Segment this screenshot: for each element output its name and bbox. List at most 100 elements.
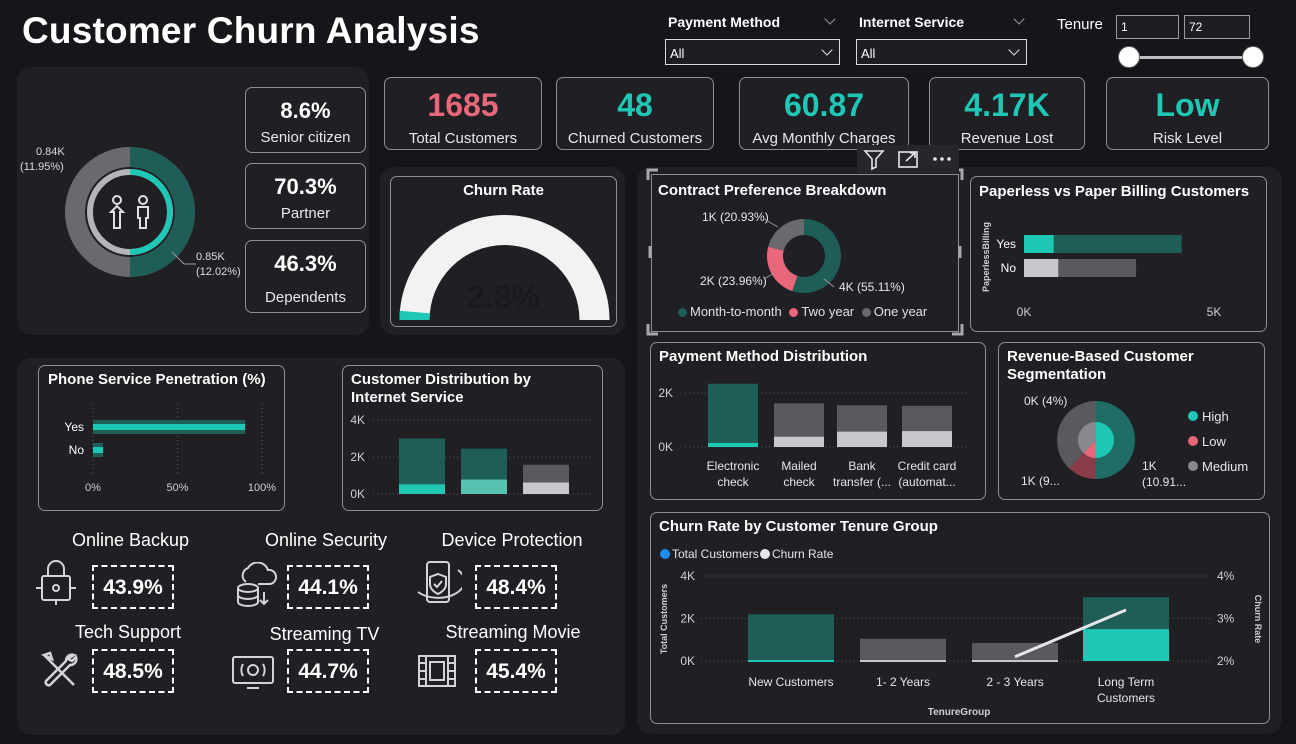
y2-axis-label: Churn Rate [1253, 595, 1263, 644]
tenure-min-input[interactable]: 1 [1116, 15, 1179, 39]
streaming-tv-title: Streaming TV [269, 624, 380, 644]
category-label: 1- 2 Years [876, 675, 930, 689]
x-axis-label: TenureGroup [928, 707, 991, 718]
y-tick-label: 2K [658, 386, 673, 400]
slice-label: 1K [1142, 459, 1157, 473]
internet-service-dropdown[interactable]: All [856, 39, 1027, 65]
donut-leader-lines [171, 251, 196, 265]
dependents-card: 46.3% Dependents [245, 240, 366, 313]
x-tick-label: 100% [248, 482, 276, 494]
bar-segment [1024, 235, 1054, 253]
bar-segment [461, 479, 507, 494]
category-label: Mailed [781, 459, 816, 473]
internet-service-filter-label: Internet Service [859, 14, 965, 30]
kpi-value: 1685 [427, 87, 499, 123]
slice-label: (10.91... [1142, 475, 1186, 489]
focus-mode-icon[interactable] [895, 147, 921, 171]
donut-label-upper: 0.84K [36, 146, 65, 158]
bar-segment [1083, 629, 1169, 661]
legend-marker [1188, 436, 1198, 446]
x-tick-label: 0% [85, 482, 101, 494]
lock-icon [36, 560, 76, 605]
bar-segment [523, 482, 569, 494]
y2-tick-label: 3% [1217, 612, 1235, 626]
y-axis-label: Total Customers [659, 584, 669, 654]
legend-label: High [1202, 409, 1229, 424]
tv-icon [232, 656, 274, 689]
filter-icon[interactable] [861, 147, 887, 171]
y-tick-label: 0K [350, 487, 365, 501]
streaming-movie-value: 45.4% [475, 649, 557, 693]
payment-method-value: All [670, 46, 685, 61]
tenure-group-chart[interactable]: Total Customers Churn Rate 0K 2K 4K 2% 3% 4% Tot… [651, 513, 1271, 725]
online-security-value: 44.1% [287, 565, 369, 609]
kpi-revenue-lost: 4.17K Revenue Lost [929, 77, 1085, 150]
category-label: Yes [996, 237, 1016, 251]
category-label: Electronic [707, 459, 760, 473]
y2-tick-label: 4% [1217, 569, 1235, 583]
y-tick-label: 4K [680, 569, 695, 583]
online-backup-title: Online Backup [71, 530, 190, 550]
chevron-down-icon[interactable] [1013, 13, 1025, 25]
churn-rate-value: 2.8% [467, 279, 540, 315]
revenue-segmentation-card: Revenue-Based Customer Segmentation 0K (… [998, 342, 1265, 500]
y-tick-label: 0K [680, 654, 695, 668]
bar [860, 638, 946, 661]
bar-highlight [93, 424, 246, 430]
slice-label: 0K (4%) [1024, 394, 1067, 408]
payment-method-card: Payment Method Distribution 0K 2K Electron… [650, 342, 986, 500]
tenure-slider-max-handle[interactable] [1242, 46, 1264, 68]
kpi-total-customers: 1685 Total Customers [384, 77, 542, 150]
tenure-max-input[interactable]: 72 [1184, 15, 1250, 39]
cloud-database-icon [237, 562, 278, 607]
legend-label: Churn Rate [772, 547, 834, 561]
y-tick-label: 0K [658, 440, 673, 454]
kpi-value: 4.17K [964, 87, 1050, 123]
churn-rate-title: Churn Rate [463, 182, 544, 199]
tenure-slider-track[interactable] [1128, 56, 1254, 59]
category-label: (automat... [898, 475, 955, 489]
senior-citizen-card: 8.6% Senior citizen [245, 87, 366, 153]
phone-shield-icon [417, 561, 462, 603]
phone-service-chart[interactable]: 0% 50% 100% Yes No [39, 366, 286, 512]
chevron-down-icon[interactable] [824, 13, 836, 25]
donut-label-lower: 0.85K [196, 251, 225, 263]
y-axis-label: PaperlessBilling [981, 222, 991, 292]
tools-icon [40, 651, 78, 687]
partner-value: 70.3% [274, 174, 337, 199]
online-security-title: Online Security [264, 530, 388, 550]
category-label: transfer (... [833, 475, 891, 489]
category-label: No [1001, 261, 1017, 275]
chevron-down-icon [1008, 44, 1020, 56]
category-label: Bank [848, 459, 876, 473]
kpi-avg-monthly-charges: 60.87 Avg Monthly Charges [739, 77, 909, 150]
category-label: Customers [1097, 691, 1155, 705]
legend-label: Total Customers [672, 547, 759, 561]
bar [748, 614, 834, 661]
payment-method-chart[interactable]: 0K 2K Electronic check Mailed check Bank transf… [651, 343, 987, 501]
partner-label: Partner [280, 205, 331, 222]
page-title: Customer Churn Analysis [22, 10, 480, 51]
x-tick-label: 0K [1017, 305, 1032, 319]
category-label: New Customers [748, 675, 833, 689]
bar-segment [837, 431, 887, 447]
more-options-icon[interactable] [929, 147, 955, 171]
streaming-movie-title: Streaming Movie [445, 622, 581, 642]
billing-bar-chart[interactable]: 0K 5K PaperlessBilling Yes No [971, 177, 1268, 333]
tenure-slider-min-handle[interactable] [1118, 46, 1140, 68]
revenue-pie-chart[interactable]: 0K (4%) 1K (9... 1K (10.91... High Low Medium [999, 343, 1266, 501]
legend-label: Medium [1202, 459, 1248, 474]
legend-marker [760, 549, 770, 559]
senior-citizen-value: 8.6% [280, 98, 331, 123]
kpi-label: Risk Level [1152, 130, 1223, 147]
bar [708, 383, 758, 447]
bar-segment [708, 442, 758, 447]
slice-label: 1K (9... [1021, 474, 1060, 488]
internet-service-chart[interactable]: 0K 2K 4K [343, 366, 604, 512]
bar-highlight [93, 447, 104, 453]
kpi-value: 60.87 [783, 87, 865, 123]
streaming-tv-value: 44.7% [287, 649, 369, 693]
payment-method-dropdown[interactable]: All [665, 39, 840, 65]
device-protection-value: 48.4% [475, 565, 557, 609]
y2-tick-label: 2% [1217, 654, 1235, 668]
